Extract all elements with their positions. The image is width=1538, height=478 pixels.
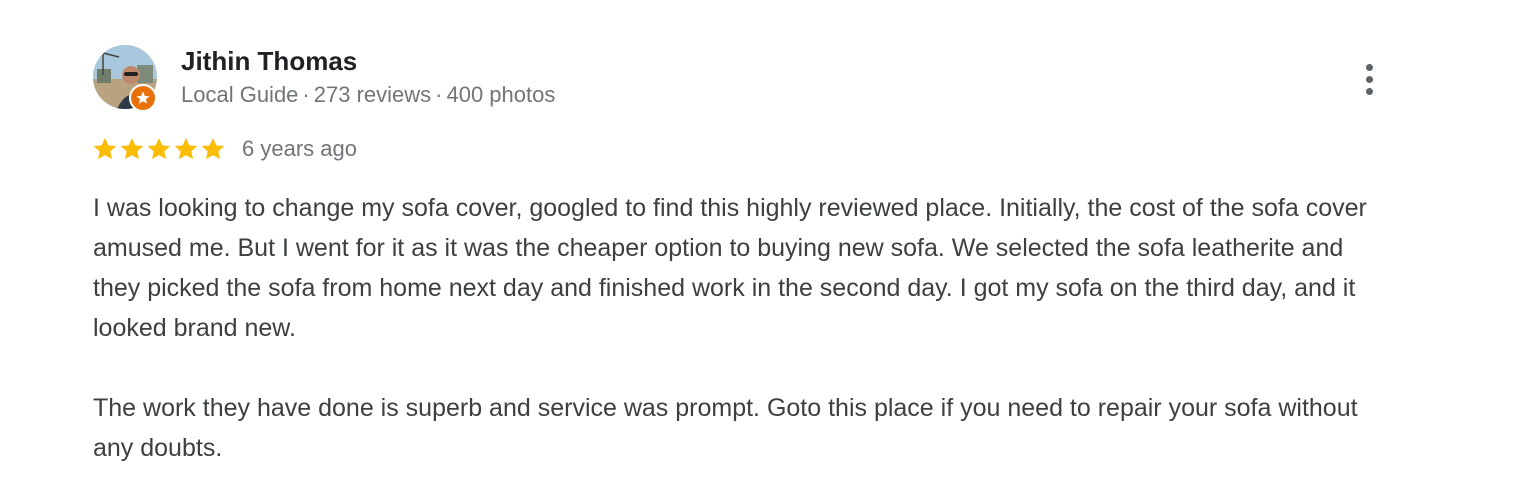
author-role: Local Guide (181, 82, 299, 107)
review-paragraph: The work they have done is superb and se… (93, 394, 1358, 462)
review-date: 6 years ago (242, 136, 357, 161)
star-rating (92, 136, 226, 162)
more-vert-icon (1365, 63, 1373, 71)
more-vert-icon-dot (1365, 75, 1373, 83)
star-icon (173, 136, 199, 162)
local-guide-badge-icon (129, 84, 157, 112)
meta-separator: · (435, 82, 443, 107)
more-vert-icon-dot (1365, 87, 1373, 95)
rating-row: 6 years ago (92, 133, 357, 165)
review-paragraph: I was looking to change my sofa cover, g… (93, 194, 1367, 342)
author-review-count: 273 reviews (313, 82, 432, 107)
star-icon (200, 136, 226, 162)
star-icon (92, 136, 118, 162)
meta-separator: · (302, 82, 310, 107)
author-photo-count: 400 photos (446, 82, 556, 107)
star-icon (146, 136, 172, 162)
author-meta: Local Guide · 273 reviews · 400 photos (181, 80, 555, 110)
review-text: I was looking to change my sofa cover, g… (93, 188, 1393, 468)
more-options-button[interactable] (1352, 58, 1386, 100)
star-icon (119, 136, 145, 162)
author-name[interactable]: Jithin Thomas (181, 44, 357, 78)
